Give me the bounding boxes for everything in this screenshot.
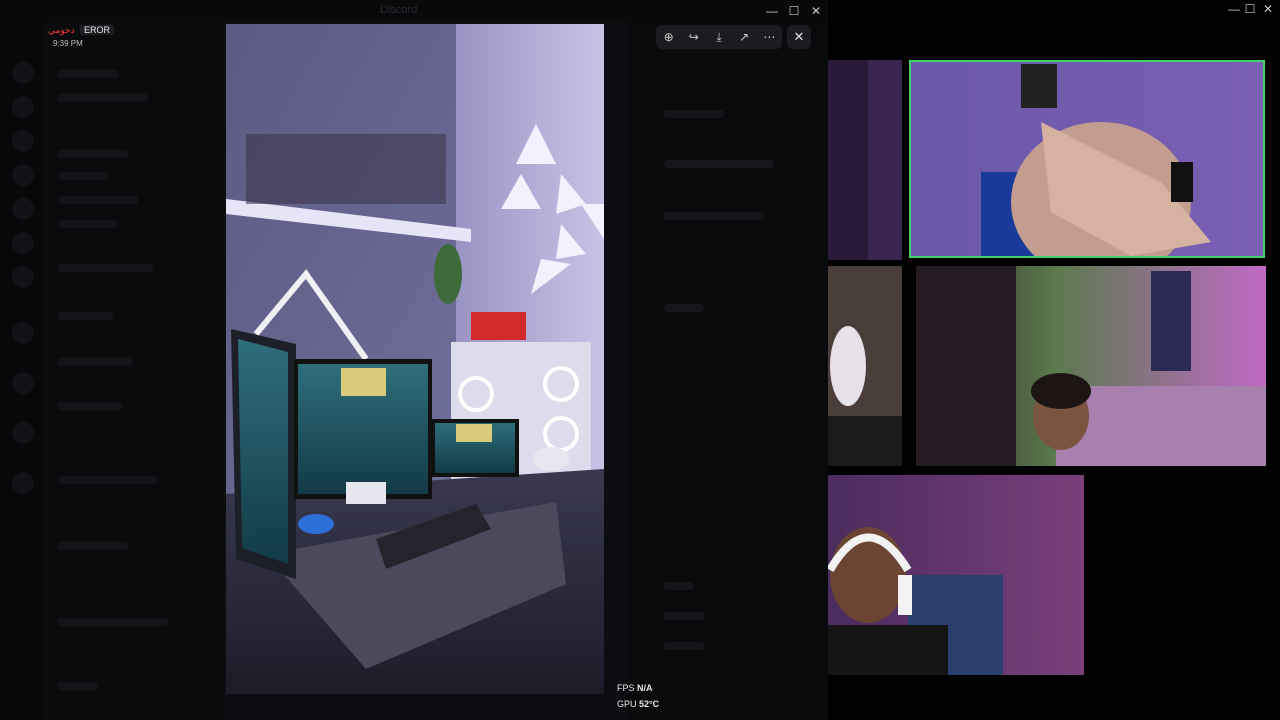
- channel-item[interactable]: [58, 172, 108, 180]
- video-tile[interactable]: [828, 475, 1084, 675]
- server-icon[interactable]: [12, 62, 34, 84]
- channel-list: [44, 22, 224, 720]
- discord-titlebar: Discord — ☐ ✕: [0, 0, 828, 22]
- video-tile[interactable]: [828, 60, 902, 260]
- server-icon[interactable]: [12, 130, 34, 152]
- user-panel[interactable]: [58, 682, 98, 690]
- channel-item[interactable]: [58, 94, 148, 102]
- desk-setup-photo: [226, 24, 604, 694]
- channel-item[interactable]: [58, 70, 118, 78]
- overlay-tag: EROR: [80, 25, 115, 35]
- server-icon[interactable]: [12, 164, 34, 186]
- server-icon[interactable]: [12, 322, 34, 344]
- gpu-temp-value: 52°C: [639, 699, 660, 709]
- channel-item[interactable]: [58, 264, 153, 272]
- viewer-close-button[interactable]: ✕: [787, 25, 811, 49]
- close-button[interactable]: ✕: [1258, 0, 1278, 18]
- server-icon[interactable]: [12, 372, 34, 394]
- active-speaker-tile[interactable]: [909, 60, 1265, 258]
- member-item[interactable]: [664, 582, 694, 590]
- server-icon[interactable]: [12, 422, 34, 444]
- server-icon[interactable]: [12, 472, 34, 494]
- member-item[interactable]: [664, 642, 704, 650]
- participant-video: [916, 266, 1266, 466]
- overlay-clock: 9:39 PM: [53, 39, 83, 48]
- member-item[interactable]: [664, 160, 774, 168]
- server-icon[interactable]: [12, 198, 34, 220]
- maximize-button[interactable]: ☐: [1240, 0, 1260, 18]
- fps-label: FPS: [617, 683, 635, 693]
- server-icon[interactable]: [12, 266, 34, 288]
- maximize-button[interactable]: ☐: [784, 2, 804, 20]
- download-icon[interactable]: ⤓: [709, 27, 729, 47]
- viewer-toolbar: ⊕ ↪ ⤓ ↗ ⋯: [656, 25, 782, 49]
- participant-video: [828, 60, 902, 260]
- zoom-in-icon[interactable]: ⊕: [659, 27, 679, 47]
- close-button[interactable]: ✕: [806, 2, 826, 20]
- channel-item[interactable]: [58, 196, 138, 204]
- gpu-label: GPU: [617, 699, 637, 709]
- channel-item[interactable]: [58, 542, 128, 550]
- open-external-icon[interactable]: ↗: [734, 27, 754, 47]
- share-forward-icon[interactable]: ↪: [684, 27, 704, 47]
- gpu-readout: GPU 52°C: [617, 699, 659, 709]
- channel-item[interactable]: [58, 312, 113, 320]
- server-icon[interactable]: [12, 232, 34, 254]
- participant-video: [911, 62, 1263, 256]
- video-tile[interactable]: [828, 266, 902, 466]
- overlay-username: دحومي: [48, 25, 75, 35]
- server-rail: [0, 22, 44, 720]
- member-panel: [628, 22, 828, 720]
- member-item[interactable]: [664, 110, 724, 118]
- channel-item[interactable]: [58, 150, 128, 158]
- channel-item[interactable]: [58, 358, 133, 366]
- window-title: Discord: [380, 4, 418, 16]
- channel-item[interactable]: [58, 220, 118, 228]
- call-titlebar: — ☐ ✕: [828, 0, 1280, 18]
- channel-item[interactable]: [58, 476, 158, 484]
- member-item[interactable]: [664, 212, 764, 220]
- fps-value: N/A: [637, 683, 653, 693]
- member-item[interactable]: [664, 612, 704, 620]
- member-item[interactable]: [664, 304, 704, 312]
- channel-item[interactable]: [58, 402, 123, 410]
- more-options-icon[interactable]: ⋯: [759, 27, 779, 47]
- viewer-image[interactable]: [226, 24, 604, 694]
- video-tile[interactable]: [916, 266, 1266, 466]
- fps-readout: FPS N/A: [617, 683, 653, 693]
- server-icon[interactable]: [12, 96, 34, 118]
- participant-video: [828, 266, 902, 466]
- user-panel[interactable]: [58, 618, 168, 626]
- participant-video: [828, 475, 1084, 675]
- minimize-button[interactable]: —: [762, 2, 782, 20]
